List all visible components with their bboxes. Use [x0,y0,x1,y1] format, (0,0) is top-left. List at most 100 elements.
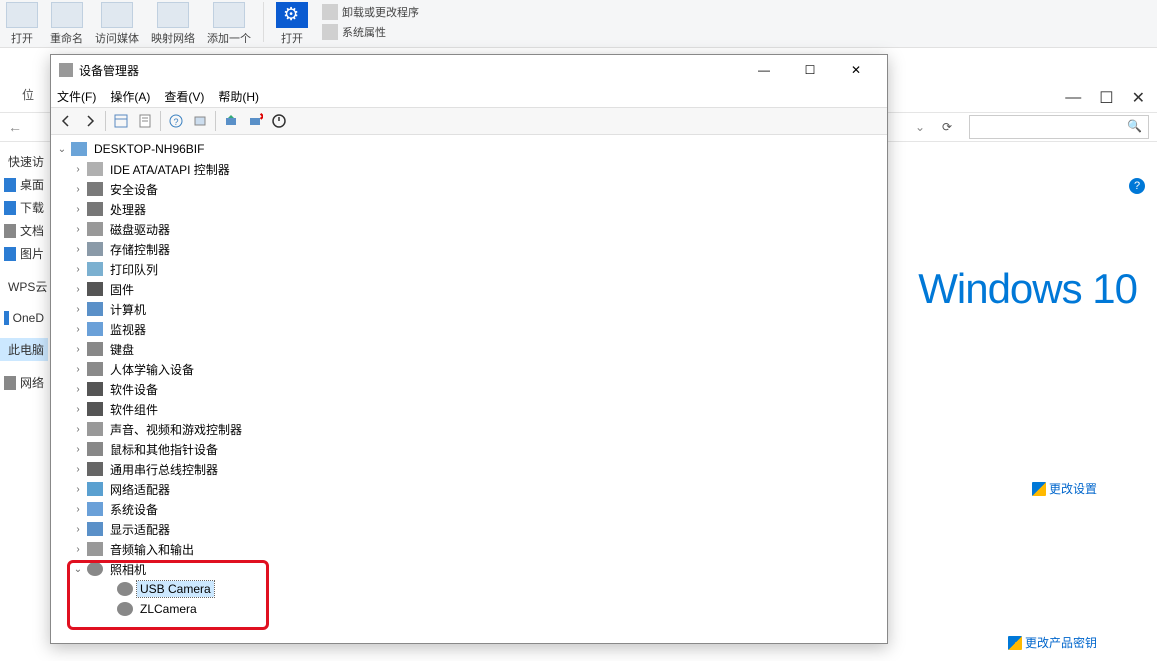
tree-device[interactable]: USB Camera [51,579,887,599]
tree-device[interactable]: ZLCamera [51,599,887,619]
ribbon-addloc[interactable]: 添加一个 [207,2,251,46]
ribbon-mapnet[interactable]: 映射网络 [151,2,195,46]
sidebar-onedrive[interactable]: OneD [0,308,48,328]
expander-icon[interactable]: › [71,362,85,376]
tree-category[interactable]: ›人体学输入设备 [51,359,887,379]
expander-icon[interactable]: › [71,522,85,536]
tb-help[interactable]: ? [165,110,187,132]
ribbon-sysprop[interactable]: 系统属性 [322,24,419,40]
sidebar-thispc[interactable]: 此电脑 [0,338,48,361]
tree-category[interactable]: ›显示适配器 [51,519,887,539]
tree-category[interactable]: ›网络适配器 [51,479,887,499]
sidebar-docs[interactable]: 文档 [0,219,48,242]
menu-action[interactable]: 操作(A) [110,88,150,105]
expander-icon[interactable]: › [71,382,85,396]
help-icon[interactable]: ? [1129,178,1145,194]
device-tree[interactable]: ⌄ DESKTOP-NH96BIF ›IDE ATA/ATAPI 控制器›安全设… [51,135,887,643]
tree-category[interactable]: ›鼠标和其他指针设备 [51,439,887,459]
sidebar-pics[interactable]: 图片 [0,242,48,265]
sidebar-network[interactable]: 网络 [0,371,48,394]
ribbon-rename[interactable]: 重命名 [50,2,83,46]
tree-category[interactable]: ⌄照相机 [51,559,887,579]
tb-uninstall[interactable]: ✖ [244,110,266,132]
search-input[interactable]: 🔍 [969,115,1149,139]
tree-category[interactable]: › 固件 [51,279,887,299]
computer-icon [71,142,87,156]
expander-icon[interactable]: ⌄ [55,142,69,156]
expander-icon[interactable]: › [71,322,85,336]
expander-icon[interactable]: › [71,202,85,216]
expander-icon[interactable]: › [71,462,85,476]
expander-icon[interactable]: › [71,302,85,316]
dm-titlebar[interactable]: 设备管理器 — ☐ ✕ [51,55,887,85]
expander-icon[interactable]: › [71,222,85,236]
expander-icon[interactable]: › [71,482,85,496]
tree-category[interactable]: ›安全设备 [51,179,887,199]
explorer-close[interactable]: ✕ [1132,88,1145,108]
tree-category[interactable]: ›处理器 [51,199,887,219]
ribbon-media[interactable]: 访问媒体 [95,2,139,46]
category-icon [87,322,103,336]
tree-category[interactable]: ›软件设备 [51,379,887,399]
ribbon-open[interactable]: 打开 [6,2,38,46]
menu-view[interactable]: 查看(V) [164,88,204,105]
tb-show-hide[interactable] [110,110,132,132]
refresh-button[interactable]: ⟳ [933,115,961,139]
expander-icon[interactable]: › [71,542,85,556]
dm-close[interactable]: ✕ [833,56,879,84]
menu-file[interactable]: 文件(F) [57,88,96,105]
tb-back[interactable] [55,110,77,132]
sidebar-wps[interactable]: WPS云 [0,275,48,298]
dm-toolbar: ? ✖ [51,107,887,135]
tree-category[interactable]: ›存储控制器 [51,239,887,259]
tree-category[interactable]: ›IDE ATA/ATAPI 控制器 [51,159,887,179]
tree-category[interactable]: ›键盘 [51,339,887,359]
category-icon [87,342,103,356]
tree-category[interactable]: ›监视器 [51,319,887,339]
expander-icon[interactable]: › [71,342,85,356]
expander-icon[interactable]: › [71,442,85,456]
shield-icon [1032,482,1046,496]
expander-icon[interactable]: › [71,262,85,276]
sidebar-download[interactable]: 下载 [0,196,48,219]
category-label: 磁盘驱动器 [107,220,173,239]
address-dropdown[interactable]: ⌄ [915,120,925,134]
root-label: DESKTOP-NH96BIF [91,141,207,157]
explorer-window-controls: — ☐ ✕ [877,85,1157,111]
expander-icon[interactable]: ⌄ [71,562,85,576]
tb-disable[interactable] [268,110,290,132]
tree-category[interactable]: ›系统设备 [51,499,887,519]
expander-icon[interactable]: › [71,402,85,416]
change-settings-link[interactable]: 更改设置 [1032,480,1097,497]
expander-icon[interactable]: › [71,162,85,176]
dm-maximize[interactable]: ☐ [787,56,833,84]
nav-back[interactable]: ← [0,113,30,141]
tb-update[interactable] [220,110,242,132]
dm-minimize[interactable]: — [741,56,787,84]
tree-root[interactable]: ⌄ DESKTOP-NH96BIF [51,139,887,159]
change-pk-link[interactable]: 更改产品密钥 [1008,634,1097,651]
explorer-maximize[interactable]: ☐ [1099,88,1113,108]
ribbon-uninstall[interactable]: 卸载或更改程序 [322,4,419,20]
tree-category[interactable]: ›音频输入和输出 [51,539,887,559]
tb-properties[interactable] [134,110,156,132]
category-label: 固件 [107,280,137,299]
explorer-minimize[interactable]: — [1065,89,1081,107]
tree-category[interactable]: ›声音、视频和游戏控制器 [51,419,887,439]
tree-category[interactable]: ›打印队列 [51,259,887,279]
expander-icon[interactable]: › [71,502,85,516]
expander-icon[interactable]: › [71,422,85,436]
expander-icon[interactable]: › [71,182,85,196]
tree-category[interactable]: ›计算机 [51,299,887,319]
tb-forward[interactable] [79,110,101,132]
sidebar-quick[interactable]: 快速访 [0,150,48,173]
tree-category[interactable]: ›软件组件 [51,399,887,419]
sidebar-desktop[interactable]: 桌面 [0,173,48,196]
expander-icon[interactable]: › [71,282,85,296]
ribbon-open2[interactable]: 打开 [276,2,308,46]
menu-help[interactable]: 帮助(H) [218,88,259,105]
tree-category[interactable]: ›通用串行总线控制器 [51,459,887,479]
expander-icon[interactable]: › [71,242,85,256]
tree-category[interactable]: › 磁盘驱动器 [51,219,887,239]
tb-scan[interactable] [189,110,211,132]
